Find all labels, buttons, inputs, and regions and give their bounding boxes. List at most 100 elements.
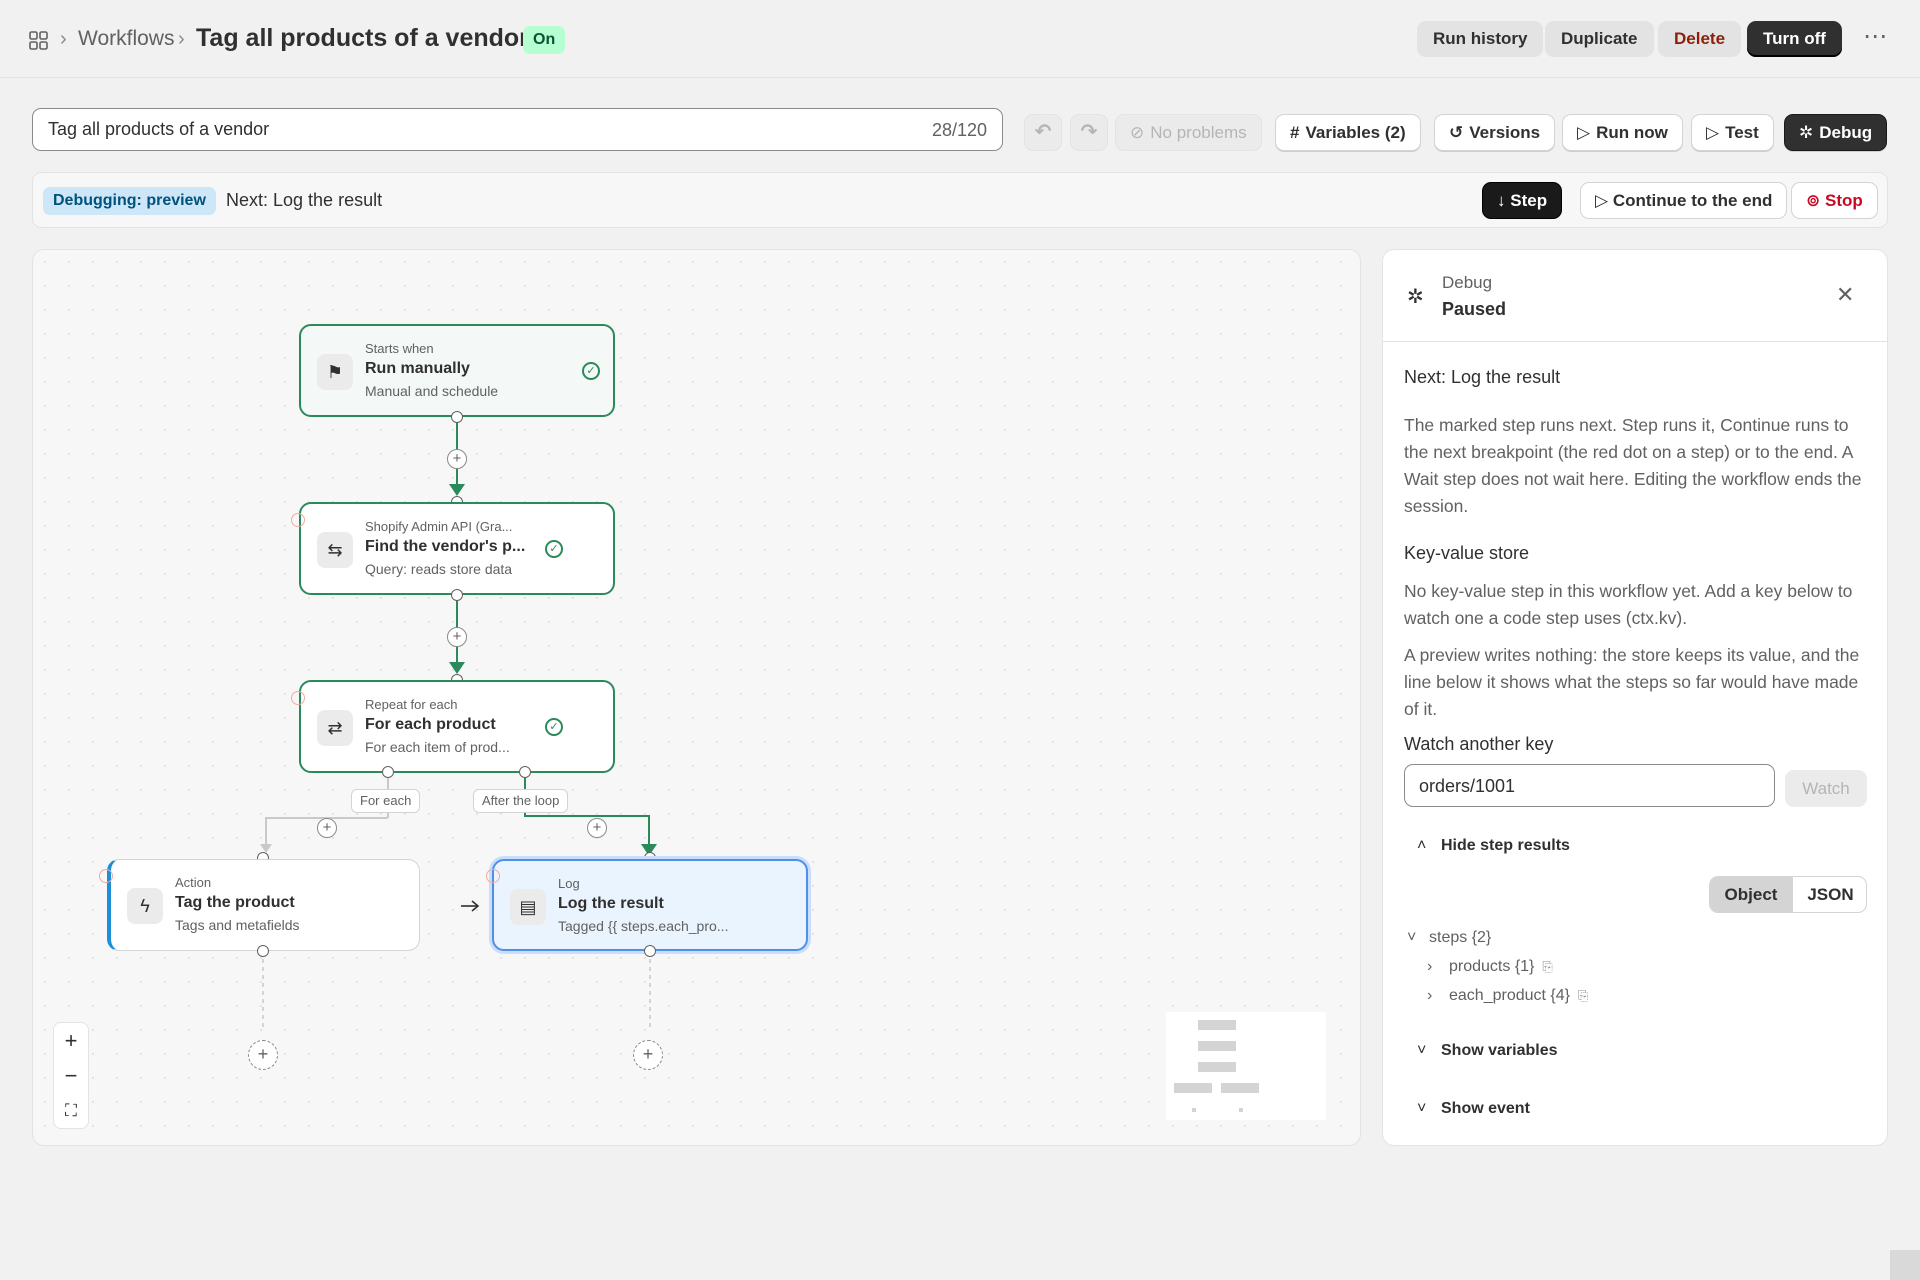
minimap-node	[1198, 1020, 1236, 1030]
tree-item[interactable]: › each_product {4} ⎘	[1427, 987, 1588, 1005]
tree-item-label: each_product {4}	[1449, 987, 1570, 1004]
hide-step-results-toggle[interactable]: ˄ Hide step results	[1417, 837, 1570, 855]
debug-panel: ✲ Debug Paused ✕ Next: Log the result Th…	[1382, 249, 1888, 1146]
breadcrumb-workflows[interactable]: Workflows	[78, 27, 174, 51]
window-corner	[1890, 1250, 1920, 1280]
node-query[interactable]: ⇆ Shopify Admin API (Gra... Find the ven…	[299, 502, 615, 595]
tree-root[interactable]: ˅ steps {2}	[1407, 929, 1491, 947]
port[interactable]	[382, 766, 394, 778]
close-icon[interactable]: ✕	[1836, 282, 1854, 308]
add-step-button[interactable]: +	[587, 818, 607, 838]
panel-description: The marked step runs next. Step runs it,…	[1404, 415, 1862, 516]
breakpoint-dot[interactable]	[291, 513, 305, 527]
top-bar: › Workflows › Tag all products of a vend…	[0, 0, 1920, 78]
object-view-button[interactable]: Object	[1710, 877, 1792, 912]
versions-button[interactable]: ↺ Versions	[1434, 114, 1556, 151]
node-subtitle: Tags and metafields	[175, 917, 300, 933]
debugging-badge: Debugging: preview	[43, 187, 216, 215]
workflow-name-input[interactable]	[48, 119, 848, 140]
kv-preview-text: A preview writes nothing: the store keep…	[1404, 645, 1860, 719]
hash-icon: #	[1290, 123, 1300, 142]
workflow-name-field[interactable]: 28/120	[32, 108, 1003, 151]
minimap-node	[1239, 1108, 1243, 1112]
port[interactable]	[257, 945, 269, 957]
add-step-button[interactable]: +	[447, 449, 467, 469]
show-variables-toggle[interactable]: ˅ Show variables	[1417, 1042, 1558, 1060]
kv-heading: Key-value store	[1404, 543, 1530, 563]
copy-icon[interactable]: ⎘	[1578, 988, 1588, 1004]
breakpoint-dot[interactable]	[486, 869, 500, 883]
show-event-toggle[interactable]: ˅ Show event	[1417, 1100, 1530, 1118]
breakpoint-dot[interactable]	[99, 869, 113, 883]
node-subtitle: Query: reads store data	[365, 561, 513, 577]
stop-button[interactable]: ⊚ Stop	[1791, 182, 1878, 219]
minimap-node	[1198, 1062, 1236, 1072]
add-step-button[interactable]: +	[317, 818, 337, 838]
apps-grid-icon[interactable]	[28, 30, 50, 52]
breakpoint-dot[interactable]	[291, 691, 305, 705]
more-actions-icon[interactable]: ⋯	[1860, 25, 1890, 54]
check-circle-icon: ✓	[582, 362, 600, 380]
test-button[interactable]: ▷ Test	[1691, 114, 1774, 151]
json-view-button[interactable]: JSON	[1792, 877, 1866, 912]
node-subtitle: Manual and schedule	[365, 383, 499, 399]
turn-off-button[interactable]: Turn off	[1747, 21, 1842, 57]
delete-button[interactable]: Delete	[1658, 21, 1742, 57]
check-circle-icon: ✓	[545, 718, 563, 736]
minimap-node	[1192, 1108, 1196, 1112]
node-subtitle: For each item of prod...	[365, 739, 510, 755]
chevron-up-icon: ˄	[1417, 837, 1427, 854]
stop-label: Stop	[1824, 191, 1863, 210]
chevron-down-icon: ˅	[1417, 1100, 1427, 1117]
minimap[interactable]	[1166, 1012, 1326, 1120]
workflow-edges	[260, 416, 657, 1030]
node-caption: Shopify Admin API (Gra...	[365, 519, 513, 534]
copy-icon[interactable]: ⎘	[1542, 959, 1552, 975]
port[interactable]	[519, 766, 531, 778]
step-button[interactable]: ↓ Step	[1482, 182, 1563, 219]
versions-label: Versions	[1469, 123, 1541, 142]
zoom-in-icon[interactable]: +	[54, 1023, 88, 1058]
add-step-button[interactable]: +	[248, 1040, 278, 1070]
status-badge: On	[523, 26, 566, 54]
watch-key-field[interactable]	[1404, 764, 1775, 807]
node-action[interactable]: ϟ Action Tag the product Tags and metafi…	[107, 859, 420, 951]
run-now-button[interactable]: ▷ Run now	[1562, 114, 1683, 151]
watch-key-input[interactable]	[1419, 776, 1749, 797]
workflow-canvas[interactable]: ⚑ Starts when Run manually Manual and sc…	[32, 249, 1361, 1146]
tree-item[interactable]: › products {1} ⎘	[1427, 958, 1553, 976]
panel-header: ✲ Debug Paused ✕	[1383, 250, 1887, 342]
continue-button[interactable]: ▷ Continue to the end	[1580, 182, 1788, 219]
panel-caption: Debug	[1442, 273, 1493, 292]
tree-root-label: steps {2}	[1429, 929, 1492, 946]
port[interactable]	[644, 945, 656, 957]
node-title: Tag the product	[175, 894, 295, 911]
chevron-right-icon: ›	[178, 28, 185, 50]
redo-icon[interactable]: ↷	[1070, 114, 1108, 151]
history-icon: ↺	[1449, 123, 1464, 142]
variables-button[interactable]: # Variables (2)	[1275, 114, 1421, 151]
run-history-button[interactable]: Run history	[1417, 21, 1544, 57]
node-title: Run manually	[365, 360, 470, 377]
zoom-out-icon[interactable]: −	[54, 1058, 88, 1093]
run-now-label: Run now	[1596, 123, 1668, 142]
duplicate-button[interactable]: Duplicate	[1545, 21, 1654, 57]
port[interactable]	[451, 411, 463, 423]
port[interactable]	[451, 589, 463, 601]
page-title: Tag all products of a vendor	[196, 24, 529, 52]
add-step-button[interactable]: +	[633, 1040, 663, 1070]
arrow-head	[449, 484, 465, 496]
no-problems-button[interactable]: ⊘ No problems	[1115, 114, 1262, 151]
node-loop[interactable]: ⇄ Repeat for each For each product For e…	[299, 680, 615, 773]
node-trigger[interactable]: ⚑ Starts when Run manually Manual and sc…	[299, 324, 615, 417]
step-label: Step	[1510, 191, 1548, 210]
watch-button[interactable]: Watch	[1785, 770, 1867, 807]
test-label: Test	[1725, 123, 1759, 142]
node-log[interactable]: ▤ Log Log the result Tagged {{ steps.eac…	[492, 859, 808, 951]
add-step-button[interactable]: +	[447, 627, 467, 647]
fit-view-icon[interactable]: ⛶	[54, 1093, 88, 1128]
undo-icon[interactable]: ↶	[1024, 114, 1062, 151]
node-subtitle: Tagged {{ steps.each_pro...	[558, 918, 729, 934]
debug-button[interactable]: ✲ Debug	[1784, 114, 1888, 151]
play-circle-icon: ▷	[1577, 123, 1591, 142]
